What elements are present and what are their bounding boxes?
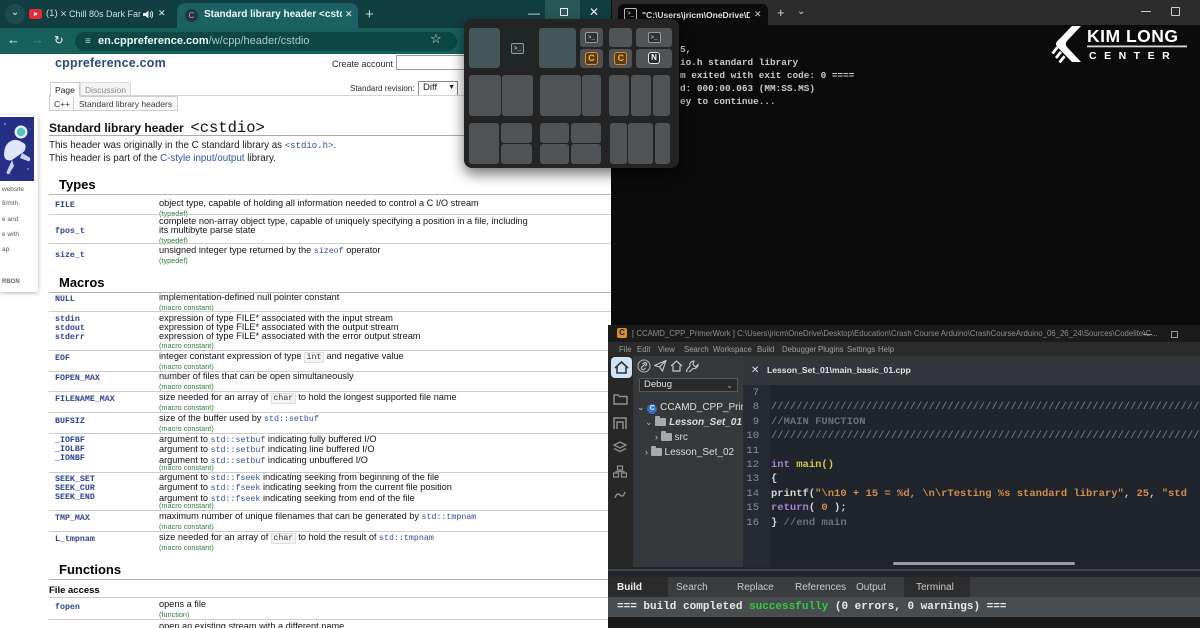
svg-text:KIM LONG: KIM LONG	[1087, 26, 1179, 46]
svg-text:CENTER: CENTER	[1089, 50, 1177, 62]
